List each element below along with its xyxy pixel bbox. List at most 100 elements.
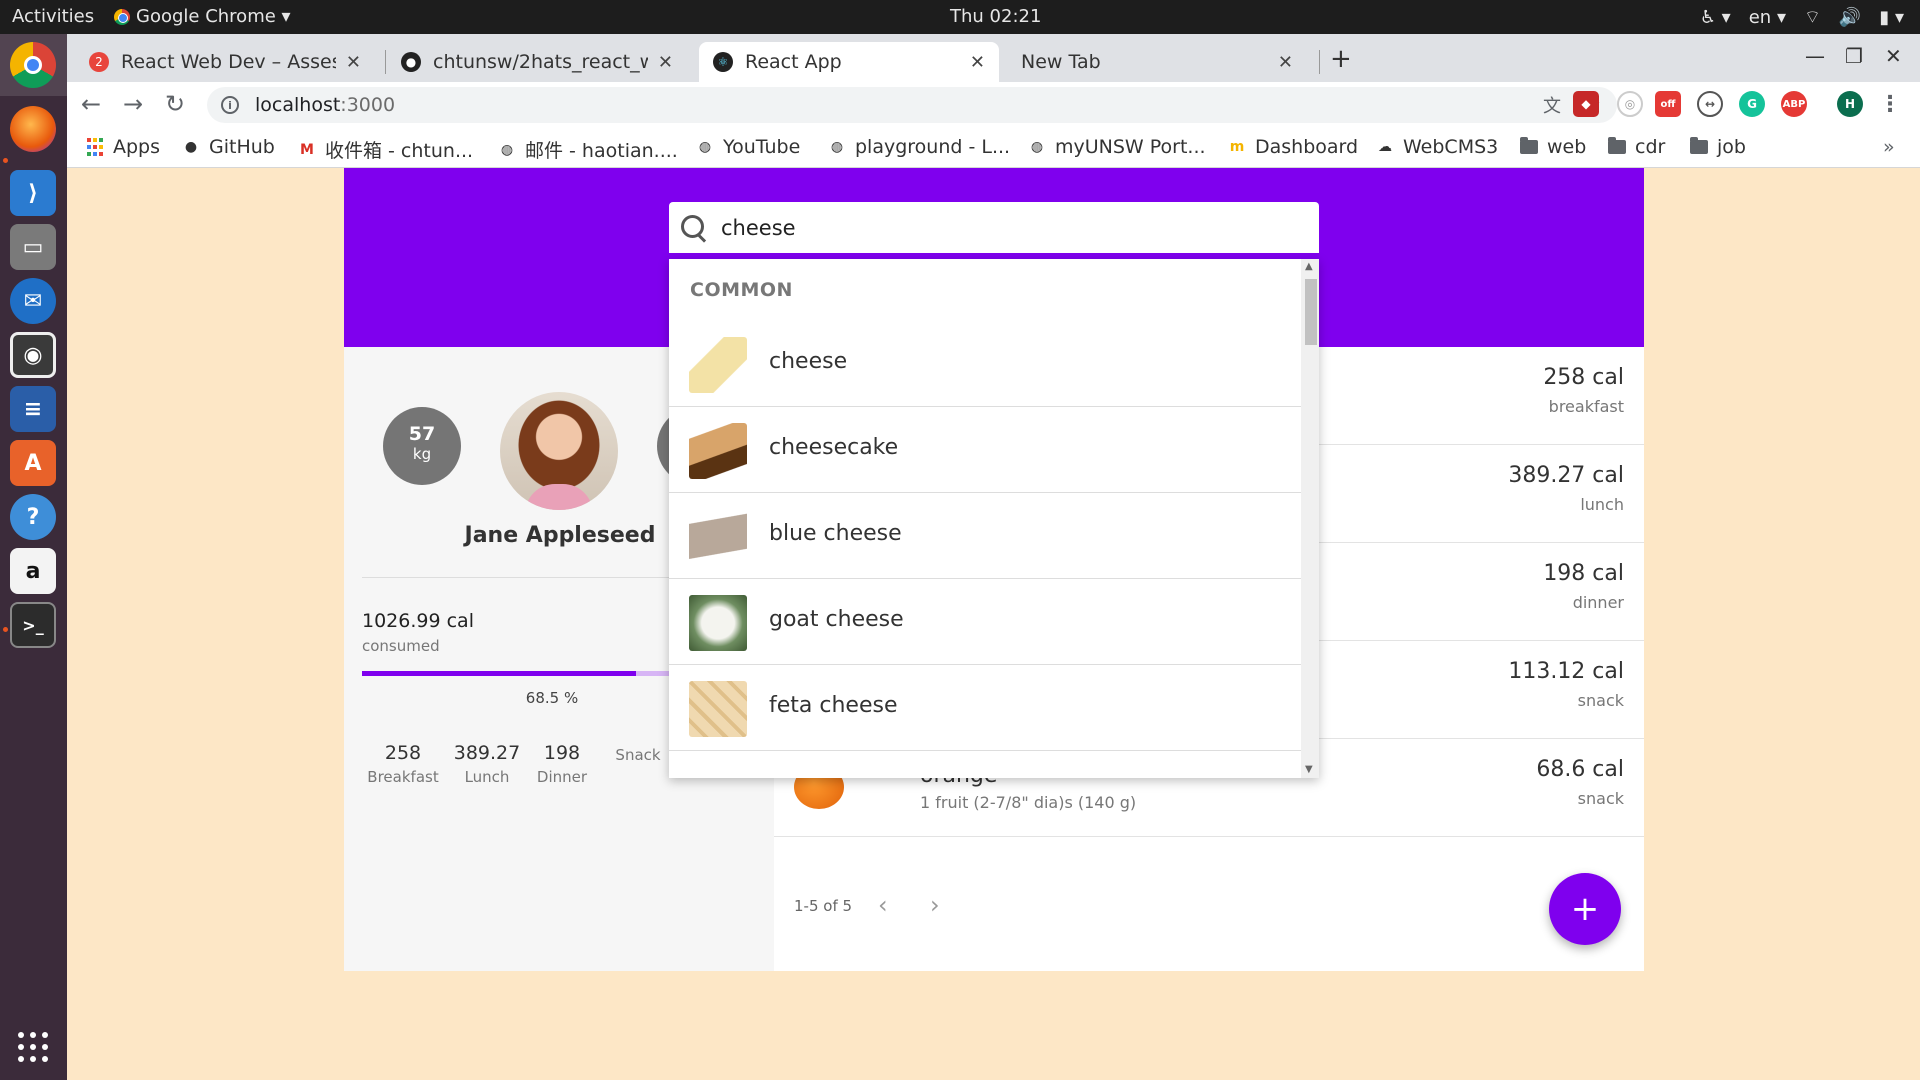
scrollbar-thumb[interactable] — [1305, 279, 1317, 345]
extension-icon[interactable]: ↔ — [1697, 91, 1723, 117]
thunderbird-launcher-icon[interactable]: ✉ — [10, 278, 56, 324]
progress-percent: 68.5 % — [525, 689, 579, 707]
grammarly-icon[interactable]: G — [1739, 91, 1765, 117]
system-top-bar: Activities Google Chrome ▾ Thu 02:21 ♿ ▾… — [0, 0, 1920, 34]
extension-icon[interactable]: ◆ — [1573, 91, 1599, 117]
system-tray[interactable]: ♿ ▾ en ▾ ⌔ 🔊 ▮ ▾ — [1700, 6, 1904, 29]
add-food-button[interactable]: + — [1549, 873, 1621, 945]
back-button[interactable]: ← — [81, 90, 101, 118]
rhythmbox-launcher-icon[interactable]: ◉ — [10, 332, 56, 378]
globe-icon: ◍ — [698, 139, 712, 155]
close-icon[interactable]: ✕ — [970, 52, 985, 73]
tab-react-app[interactable]: ⚛ React App ✕ — [699, 42, 999, 82]
app-menu-label: Google Chrome ▾ — [136, 6, 291, 27]
terminal-launcher-icon[interactable]: >_ — [10, 602, 56, 648]
bookmark-playground[interactable]: ◍ playground - L... — [827, 136, 1010, 158]
react-icon: ⚛ — [713, 52, 733, 72]
tab-new-tab[interactable]: New Tab ✕ — [1007, 42, 1307, 82]
tab-separator — [1319, 50, 1320, 74]
entry-meal: snack — [1577, 691, 1624, 710]
bookmark-label: GitHub — [209, 136, 275, 158]
folder-icon — [1519, 137, 1539, 157]
app-menu[interactable]: Google Chrome ▾ — [114, 6, 291, 27]
activities-button[interactable]: Activities — [12, 6, 94, 27]
suggestion-label: feta cheese — [769, 693, 898, 718]
firefox-launcher-icon[interactable] — [10, 106, 56, 152]
bookmark-myunsw[interactable]: ◍ myUNSW Port... — [1027, 136, 1206, 158]
bookmarks-overflow-icon[interactable]: » — [1883, 136, 1895, 158]
accessibility-icon[interactable]: ♿ ▾ — [1700, 7, 1731, 28]
show-applications-icon[interactable] — [18, 1032, 48, 1062]
chrome-launcher-icon[interactable] — [10, 42, 56, 88]
info-icon[interactable]: i — [221, 96, 239, 114]
tab-title: New Tab — [1021, 51, 1101, 73]
close-icon[interactable]: ✕ — [346, 52, 361, 73]
dropdown-scrollbar[interactable]: ▲ ▼ — [1301, 259, 1319, 778]
github-icon: ● — [401, 52, 421, 72]
progress-fill — [362, 671, 636, 676]
bookmark-label: Dashboard — [1255, 136, 1359, 158]
bookmark-youtube[interactable]: ◍ YouTube — [695, 136, 800, 158]
files-launcher-icon[interactable]: ▭ — [10, 224, 56, 270]
search-input[interactable] — [721, 215, 1281, 240]
amazon-launcher-icon[interactable]: a — [10, 548, 56, 594]
minimize-button[interactable]: — — [1805, 44, 1825, 68]
software-center-launcher-icon[interactable]: A — [10, 440, 56, 486]
adblock-icon[interactable]: ABP — [1781, 91, 1807, 117]
suggestion-item[interactable]: blue cheese — [669, 493, 1301, 579]
suggestion-section-header: COMMON — [690, 279, 793, 301]
address-bar[interactable]: i localhost:3000 文 ☆ — [207, 87, 1617, 123]
weight-unit: kg — [412, 445, 432, 463]
tab-github[interactable]: ● chtunsw/2hats_react_we ✕ — [387, 42, 687, 82]
suggestion-item[interactable]: cheese — [669, 321, 1301, 407]
help-launcher-icon[interactable]: ? — [10, 494, 56, 540]
previous-page-button[interactable]: ‹ — [878, 891, 888, 919]
suggestion-item[interactable]: feta cheese — [669, 665, 1301, 751]
tab-assessment[interactable]: 2 React Web Dev – Assessm ✕ — [75, 42, 375, 82]
bookmark-folder-job[interactable]: job — [1689, 136, 1746, 158]
vscode-launcher-icon[interactable]: ⟩ — [10, 170, 56, 216]
restore-button[interactable]: ❐ — [1845, 44, 1863, 68]
writer-launcher-icon[interactable]: ≡ — [10, 386, 56, 432]
bookmark-label: 收件箱 - chtun... — [325, 140, 474, 162]
apps-grid-icon — [85, 137, 105, 157]
language-indicator[interactable]: en ▾ — [1749, 7, 1786, 28]
extension-icon[interactable]: off — [1655, 91, 1681, 117]
profile-avatar[interactable]: H — [1837, 91, 1863, 117]
bookmark-apps[interactable]: Apps — [85, 136, 160, 158]
entry-meal: lunch — [1580, 495, 1624, 514]
bookmark-dashboard[interactable]: m Dashboard — [1227, 136, 1358, 158]
bookmark-mail[interactable]: ◍ 邮件 - haotian.... — [497, 136, 678, 163]
close-icon[interactable]: ✕ — [1278, 52, 1293, 73]
scroll-up-icon[interactable]: ▲ — [1305, 261, 1313, 272]
pagination-text: 1-5 of 5 — [794, 897, 853, 915]
suggestion-item[interactable] — [669, 751, 1301, 778]
menu-icon[interactable]: ⋮ — [1877, 91, 1903, 117]
scroll-down-icon[interactable]: ▼ — [1305, 764, 1313, 775]
bookmarks-bar: Apps ● GitHub M 收件箱 - chtun... ◍ 邮件 - ha… — [67, 128, 1920, 168]
clock[interactable]: Thu 02:21 — [950, 6, 1041, 27]
meal-stat-label: Dinner — [536, 768, 588, 786]
bookmark-webcms3[interactable]: ☁ WebCMS3 — [1375, 136, 1498, 158]
translate-icon[interactable]: 文 — [1543, 92, 1561, 118]
food-search-field[interactable] — [669, 202, 1319, 256]
suggestion-item[interactable]: goat cheese — [669, 579, 1301, 665]
bookmark-inbox[interactable]: M 收件箱 - chtun... — [297, 136, 473, 163]
close-icon[interactable]: ✕ — [658, 52, 673, 73]
bookmark-folder-cdr[interactable]: cdr — [1607, 136, 1665, 158]
close-window-button[interactable]: ✕ — [1885, 44, 1902, 68]
next-page-button[interactable]: › — [930, 891, 940, 919]
folder-icon — [1689, 137, 1709, 157]
bookmark-label: web — [1547, 136, 1587, 158]
suggestion-item[interactable]: cheesecake — [669, 407, 1301, 493]
forward-button[interactable]: → — [123, 90, 143, 118]
folder-icon — [1607, 137, 1627, 157]
reload-button[interactable]: ↻ — [165, 90, 185, 118]
bookmark-github[interactable]: ● GitHub — [181, 136, 275, 158]
new-tab-button[interactable]: + — [1330, 44, 1352, 74]
bookmark-folder-web[interactable]: web — [1519, 136, 1586, 158]
weight-value: 57 — [408, 423, 436, 445]
extension-icon[interactable]: ◎ — [1617, 91, 1643, 117]
chrome-icon — [114, 8, 130, 25]
address-port: :3000 — [340, 94, 396, 116]
